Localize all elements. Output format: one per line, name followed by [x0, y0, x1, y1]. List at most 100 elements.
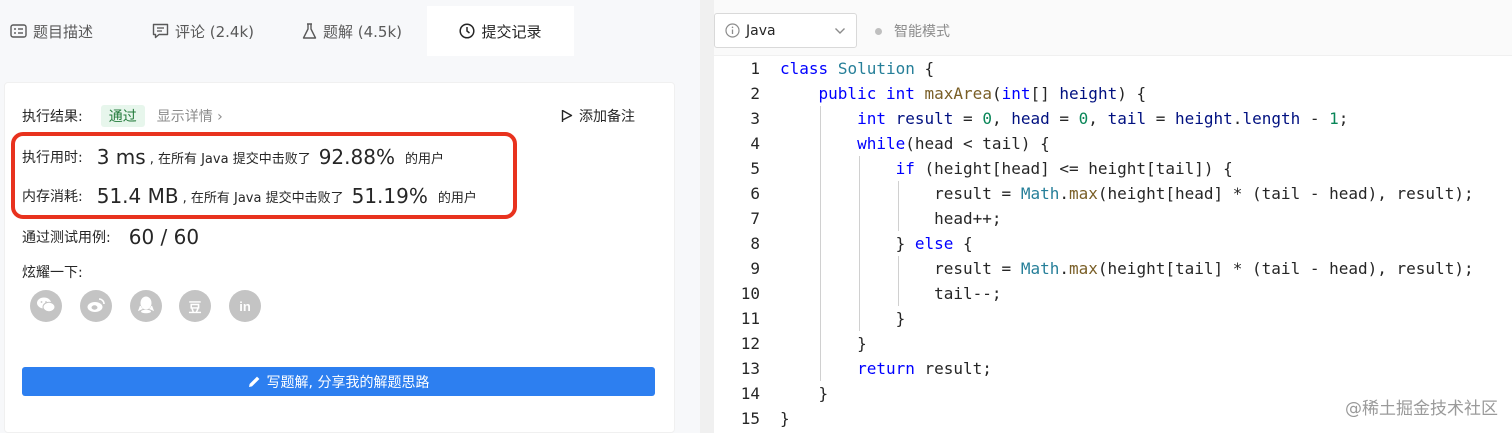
smart-mode-toggle[interactable]: 智能模式	[875, 21, 950, 41]
code-line: 11 }	[714, 306, 1512, 331]
share-label: 炫耀一下:	[22, 265, 83, 281]
memory-value: 51.4 MB	[96, 184, 179, 208]
code-text: head++;	[780, 209, 1002, 228]
write-solution-button[interactable]: 写题解, 分享我的解题思路	[22, 367, 655, 396]
share-weibo-button[interactable]	[80, 290, 112, 322]
code-text: tail--;	[780, 284, 1002, 303]
add-note-button[interactable]: 添加备注	[561, 104, 635, 128]
flask-icon	[302, 22, 317, 40]
memory-percent: 51.19%	[351, 184, 428, 208]
code-line: 9 result = Math.max(height[tail] * (tail…	[714, 256, 1512, 281]
share-qq-button[interactable]	[130, 290, 162, 322]
linkedin-icon: in	[239, 298, 251, 314]
comment-icon	[152, 23, 169, 39]
language-value: Java	[746, 22, 776, 39]
line-number: 14	[740, 384, 760, 403]
runtime-label: 执行用时:	[22, 150, 83, 166]
status-badge: 通过	[100, 105, 145, 127]
tab-bar: 题目描述 评论 (2.4k) 题解 (4.5k) 提交记录	[0, 6, 700, 56]
show-details-link[interactable]: 显示详情 ›	[157, 106, 223, 126]
smart-mode-indicator	[875, 27, 882, 35]
code-line: 12 }	[714, 331, 1512, 356]
code-area[interactable]: 1 class Solution { 2 public int maxArea(…	[714, 56, 1512, 433]
result-row: 执行结果: 通过 显示详情 ›	[22, 104, 223, 128]
code-text: result = Math.max(height[tail] * (tail -…	[780, 259, 1474, 278]
douban-icon: 豆	[188, 299, 202, 315]
submission-panel: 题目描述 评论 (2.4k) 题解 (4.5k) 提交记录 执行结果: 通过 显…	[0, 0, 700, 433]
list-icon	[10, 24, 27, 38]
pencil-icon	[248, 375, 261, 388]
share-linkedin-button[interactable]: in	[229, 290, 261, 322]
panel-splitter[interactable]	[700, 0, 714, 433]
test-cases-label: 通过测试用例:	[22, 230, 111, 246]
line-number: 1	[750, 59, 760, 78]
chevron-down-icon	[834, 27, 846, 35]
line-number: 2	[750, 84, 760, 103]
line-number: 12	[740, 334, 760, 353]
runtime-beat-text: , 在所有 Java 提交中击败了	[149, 151, 311, 167]
info-icon	[725, 23, 740, 38]
line-number: 8	[750, 234, 760, 253]
line-number: 15	[740, 409, 760, 428]
share-douban-button[interactable]: 豆	[179, 290, 211, 322]
runtime-row: 执行用时: 3 ms , 在所有 Java 提交中击败了 92.88% 的用户	[22, 143, 444, 171]
line-number: 3	[750, 109, 760, 128]
tab-description[interactable]: 题目描述	[10, 6, 93, 56]
test-cases-row: 通过测试用例: 60 / 60	[22, 223, 199, 251]
write-solution-label: 写题解, 分享我的解题思路	[266, 374, 430, 391]
line-number: 9	[750, 259, 760, 278]
tab-label: 提交记录	[481, 22, 542, 41]
code-text: }	[780, 334, 867, 353]
code-text: result = Math.max(height[head] * (tail -…	[780, 184, 1474, 203]
flag-icon	[561, 109, 573, 123]
language-select[interactable]: Java	[714, 13, 857, 48]
code-text: public int maxArea(int[] height) {	[818, 84, 1147, 103]
line-number: 6	[750, 184, 760, 203]
code-line: 13 return result;	[714, 356, 1512, 381]
line-number: 13	[740, 359, 760, 378]
code-line: 8 } else {	[714, 231, 1512, 256]
wechat-icon	[36, 296, 56, 316]
code-text: int result = 0, head = 0, tail = height.…	[857, 109, 1349, 128]
code-text: }	[780, 409, 790, 428]
code-text: }	[780, 309, 906, 328]
test-cases-value: 60 / 60	[128, 225, 200, 249]
add-note-label: 添加备注	[579, 109, 635, 125]
tab-solutions[interactable]: 题解 (4.5k)	[302, 6, 402, 56]
watermark: @稀土掘金技术社区	[1345, 399, 1498, 419]
line-number: 5	[750, 159, 760, 178]
code-line: 4 while(head < tail) {	[714, 131, 1512, 156]
tab-submissions[interactable]: 提交记录	[427, 6, 574, 56]
memory-row: 内存消耗: 51.4 MB , 在所有 Java 提交中击败了 51.19% 的…	[22, 182, 477, 210]
code-text: while(head < tail) {	[857, 134, 1050, 153]
tab-comments[interactable]: 评论 (2.4k)	[152, 6, 254, 56]
memory-suffix: 的用户	[437, 190, 477, 206]
code-line: 5 if (height[head] <= height[tail]) {	[714, 156, 1512, 181]
tab-label: 评论 (2.4k)	[175, 22, 255, 41]
line-number: 11	[740, 309, 760, 328]
memory-beat-text: , 在所有 Java 提交中击败了	[182, 190, 344, 206]
code-text: } else {	[780, 234, 973, 253]
code-text: class Solution {	[780, 59, 935, 78]
editor-toolbar: Java 智能模式	[714, 0, 1512, 56]
smart-mode-label: 智能模式	[894, 24, 950, 40]
code-line: 2 public int maxArea(int[] height) {	[714, 81, 1512, 106]
code-editor: Java 智能模式 1 class Solution { 2 public in…	[714, 0, 1512, 433]
tab-label: 题解 (4.5k)	[323, 22, 403, 41]
code-line: 10 tail--;	[714, 281, 1512, 306]
runtime-value: 3 ms	[96, 145, 146, 169]
code-line: 6 result = Math.max(height[head] * (tail…	[714, 181, 1512, 206]
code-line: 3 int result = 0, head = 0, tail = heigh…	[714, 106, 1512, 131]
line-number: 4	[750, 134, 760, 153]
code-text: return result;	[857, 359, 992, 378]
runtime-suffix: 的用户	[404, 151, 444, 167]
qq-icon	[137, 295, 155, 317]
line-number: 7	[750, 209, 760, 228]
share-wechat-button[interactable]	[30, 290, 62, 322]
code-text: }	[780, 384, 829, 403]
code-line: 1 class Solution {	[714, 56, 1512, 81]
weibo-icon	[86, 297, 106, 316]
tab-label: 题目描述	[33, 22, 94, 41]
result-label: 执行结果:	[22, 109, 83, 125]
runtime-percent: 92.88%	[318, 145, 395, 169]
